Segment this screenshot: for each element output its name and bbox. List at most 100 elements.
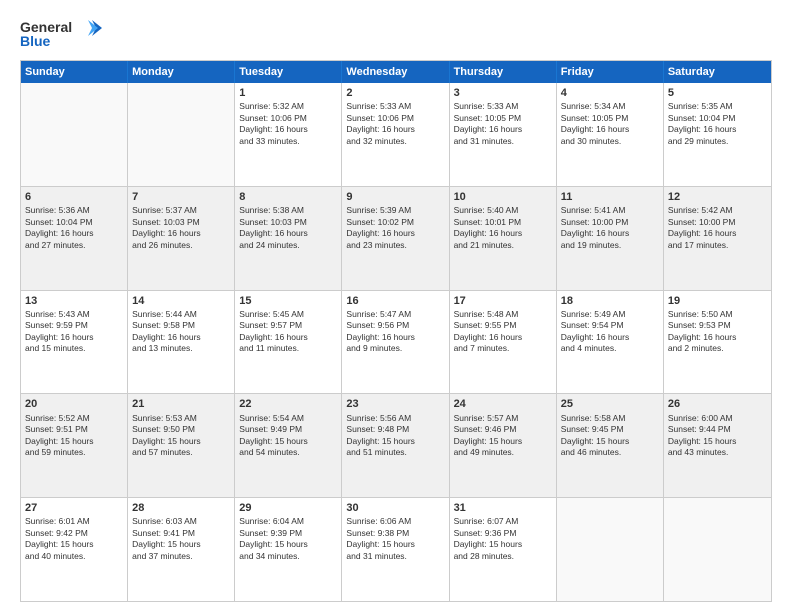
cell-info-text: Sunrise: 5:35 AM Sunset: 10:04 PM Daylig…	[668, 101, 767, 147]
cell-info-text: Sunrise: 5:48 AM Sunset: 9:55 PM Dayligh…	[454, 309, 552, 355]
calendar-cell-day-12: 12Sunrise: 5:42 AM Sunset: 10:00 PM Dayl…	[664, 187, 771, 290]
cell-info-text: Sunrise: 5:37 AM Sunset: 10:03 PM Daylig…	[132, 205, 230, 251]
day-number: 18	[561, 294, 659, 308]
calendar-cell-day-14: 14Sunrise: 5:44 AM Sunset: 9:58 PM Dayli…	[128, 291, 235, 394]
calendar-row-1: 6Sunrise: 5:36 AM Sunset: 10:04 PM Dayli…	[21, 186, 771, 290]
cell-info-text: Sunrise: 6:06 AM Sunset: 9:38 PM Dayligh…	[346, 516, 444, 562]
cell-info-text: Sunrise: 5:32 AM Sunset: 10:06 PM Daylig…	[239, 101, 337, 147]
day-number: 6	[25, 190, 123, 204]
calendar-cell-day-19: 19Sunrise: 5:50 AM Sunset: 9:53 PM Dayli…	[664, 291, 771, 394]
calendar-cell-day-15: 15Sunrise: 5:45 AM Sunset: 9:57 PM Dayli…	[235, 291, 342, 394]
calendar-cell-day-18: 18Sunrise: 5:49 AM Sunset: 9:54 PM Dayli…	[557, 291, 664, 394]
calendar-row-3: 20 Sunrise: 5:52 AM Sunset: 9:51 PM Dayli…	[21, 393, 771, 497]
cell-info-text: Sunrise: 5:54 AM Sunset: 9:49 PM Dayligh…	[239, 413, 337, 459]
day-number: 21	[132, 397, 230, 411]
day-number: 17	[454, 294, 552, 308]
cell-info-text: Sunrise: 5:58 AM Sunset: 9:45 PM Dayligh…	[561, 413, 659, 459]
day-number: 7	[132, 190, 230, 204]
cell-info-text: Sunrise: 6:04 AM Sunset: 9:39 PM Dayligh…	[239, 516, 337, 562]
calendar-cell-empty	[664, 498, 771, 601]
day-number: 16	[346, 294, 444, 308]
calendar-body: 1Sunrise: 5:32 AM Sunset: 10:06 PM Dayli…	[21, 83, 771, 601]
calendar-cell-day-8: 8Sunrise: 5:38 AM Sunset: 10:03 PM Dayli…	[235, 187, 342, 290]
calendar-day-header-friday: Friday	[557, 61, 664, 83]
day-number: 23	[346, 397, 444, 411]
calendar-cell-day-20: 20 Sunrise: 5:52 AM Sunset: 9:51 PM Dayli…	[21, 394, 128, 497]
day-number: 22	[239, 397, 337, 411]
calendar-cell-day-31: 31Sunrise: 6:07 AM Sunset: 9:36 PM Dayli…	[450, 498, 557, 601]
calendar-row-2: 13Sunrise: 5:43 AM Sunset: 9:59 PM Dayli…	[21, 290, 771, 394]
page: General Blue SundayMondayTuesdayWednesda…	[0, 0, 792, 612]
day-number: 19	[668, 294, 767, 308]
cell-info-text: Sunrise: 5:34 AM Sunset: 10:05 PM Daylig…	[561, 101, 659, 147]
calendar-day-header-sunday: Sunday	[21, 61, 128, 83]
calendar-cell-day-13: 13Sunrise: 5:43 AM Sunset: 9:59 PM Dayli…	[21, 291, 128, 394]
calendar-cell-day-7: 7Sunrise: 5:37 AM Sunset: 10:03 PM Dayli…	[128, 187, 235, 290]
calendar-cell-day-25: 25Sunrise: 5:58 AM Sunset: 9:45 PM Dayli…	[557, 394, 664, 497]
day-number: 12	[668, 190, 767, 204]
cell-info-text: Sunrise: 5:36 AM Sunset: 10:04 PM Daylig…	[25, 205, 123, 251]
header: General Blue	[20, 16, 772, 52]
cell-info-text: Sunrise: 5:56 AM Sunset: 9:48 PM Dayligh…	[346, 413, 444, 459]
day-number: 28	[132, 501, 230, 515]
cell-info-text: Sunrise: 6:00 AM Sunset: 9:44 PM Dayligh…	[668, 413, 767, 459]
cell-info-text: Sunrise: 5:57 AM Sunset: 9:46 PM Dayligh…	[454, 413, 552, 459]
day-number: 30	[346, 501, 444, 515]
day-number: 4	[561, 86, 659, 100]
calendar-cell-day-9: 9Sunrise: 5:39 AM Sunset: 10:02 PM Dayli…	[342, 187, 449, 290]
calendar-day-header-tuesday: Tuesday	[235, 61, 342, 83]
calendar-cell-day-3: 3Sunrise: 5:33 AM Sunset: 10:05 PM Dayli…	[450, 83, 557, 186]
calendar-header: SundayMondayTuesdayWednesdayThursdayFrid…	[21, 61, 771, 83]
calendar-cell-day-11: 11Sunrise: 5:41 AM Sunset: 10:00 PM Dayl…	[557, 187, 664, 290]
calendar-cell-day-21: 21Sunrise: 5:53 AM Sunset: 9:50 PM Dayli…	[128, 394, 235, 497]
cell-info-text: Sunrise: 5:52 AM Sunset: 9:51 PM Dayligh…	[25, 413, 123, 459]
cell-info-text: Sunrise: 6:07 AM Sunset: 9:36 PM Dayligh…	[454, 516, 552, 562]
logo-icon: General Blue	[20, 16, 110, 52]
cell-info-text: Sunrise: 5:47 AM Sunset: 9:56 PM Dayligh…	[346, 309, 444, 355]
cell-info-text: Sunrise: 5:43 AM Sunset: 9:59 PM Dayligh…	[25, 309, 123, 355]
calendar-day-header-saturday: Saturday	[664, 61, 771, 83]
cell-info-text: Sunrise: 5:41 AM Sunset: 10:00 PM Daylig…	[561, 205, 659, 251]
day-number: 20	[25, 397, 123, 411]
calendar-cell-day-22: 22 Sunrise: 5:54 AM Sunset: 9:49 PM Dayli…	[235, 394, 342, 497]
day-number: 26	[668, 397, 767, 411]
calendar-cell-empty	[128, 83, 235, 186]
day-number: 14	[132, 294, 230, 308]
day-number: 3	[454, 86, 552, 100]
calendar-day-header-thursday: Thursday	[450, 61, 557, 83]
cell-info-text: Sunrise: 5:45 AM Sunset: 9:57 PM Dayligh…	[239, 309, 337, 355]
calendar-cell-day-24: 24 Sunrise: 5:57 AM Sunset: 9:46 PM Dayli…	[450, 394, 557, 497]
calendar-cell-day-29: 29Sunrise: 6:04 AM Sunset: 9:39 PM Dayli…	[235, 498, 342, 601]
day-number: 24	[454, 397, 552, 411]
calendar-cell-day-26: 26 Sunrise: 6:00 AM Sunset: 9:44 PM Dayli…	[664, 394, 771, 497]
cell-info-text: Sunrise: 5:50 AM Sunset: 9:53 PM Dayligh…	[668, 309, 767, 355]
cell-info-text: Sunrise: 5:44 AM Sunset: 9:58 PM Dayligh…	[132, 309, 230, 355]
svg-text:Blue: Blue	[20, 33, 51, 49]
calendar-cell-day-5: 5Sunrise: 5:35 AM Sunset: 10:04 PM Dayli…	[664, 83, 771, 186]
cell-info-text: Sunrise: 5:49 AM Sunset: 9:54 PM Dayligh…	[561, 309, 659, 355]
calendar: SundayMondayTuesdayWednesdayThursdayFrid…	[20, 60, 772, 602]
day-number: 31	[454, 501, 552, 515]
calendar-cell-day-6: 6Sunrise: 5:36 AM Sunset: 10:04 PM Dayli…	[21, 187, 128, 290]
calendar-cell-day-1: 1Sunrise: 5:32 AM Sunset: 10:06 PM Dayli…	[235, 83, 342, 186]
calendar-cell-empty	[21, 83, 128, 186]
cell-info-text: Sunrise: 6:03 AM Sunset: 9:41 PM Dayligh…	[132, 516, 230, 562]
day-number: 9	[346, 190, 444, 204]
cell-info-text: Sunrise: 5:39 AM Sunset: 10:02 PM Daylig…	[346, 205, 444, 251]
day-number: 11	[561, 190, 659, 204]
calendar-cell-day-27: 27Sunrise: 6:01 AM Sunset: 9:42 PM Dayli…	[21, 498, 128, 601]
calendar-row-4: 27Sunrise: 6:01 AM Sunset: 9:42 PM Dayli…	[21, 497, 771, 601]
day-number: 13	[25, 294, 123, 308]
day-number: 1	[239, 86, 337, 100]
cell-info-text: Sunrise: 5:42 AM Sunset: 10:00 PM Daylig…	[668, 205, 767, 251]
cell-info-text: Sunrise: 5:40 AM Sunset: 10:01 PM Daylig…	[454, 205, 552, 251]
calendar-cell-day-2: 2Sunrise: 5:33 AM Sunset: 10:06 PM Dayli…	[342, 83, 449, 186]
calendar-cell-day-28: 28Sunrise: 6:03 AM Sunset: 9:41 PM Dayli…	[128, 498, 235, 601]
day-number: 15	[239, 294, 337, 308]
logo: General Blue	[20, 16, 110, 52]
cell-info-text: Sunrise: 5:38 AM Sunset: 10:03 PM Daylig…	[239, 205, 337, 251]
calendar-cell-day-4: 4Sunrise: 5:34 AM Sunset: 10:05 PM Dayli…	[557, 83, 664, 186]
day-number: 5	[668, 86, 767, 100]
calendar-day-header-wednesday: Wednesday	[342, 61, 449, 83]
day-number: 10	[454, 190, 552, 204]
